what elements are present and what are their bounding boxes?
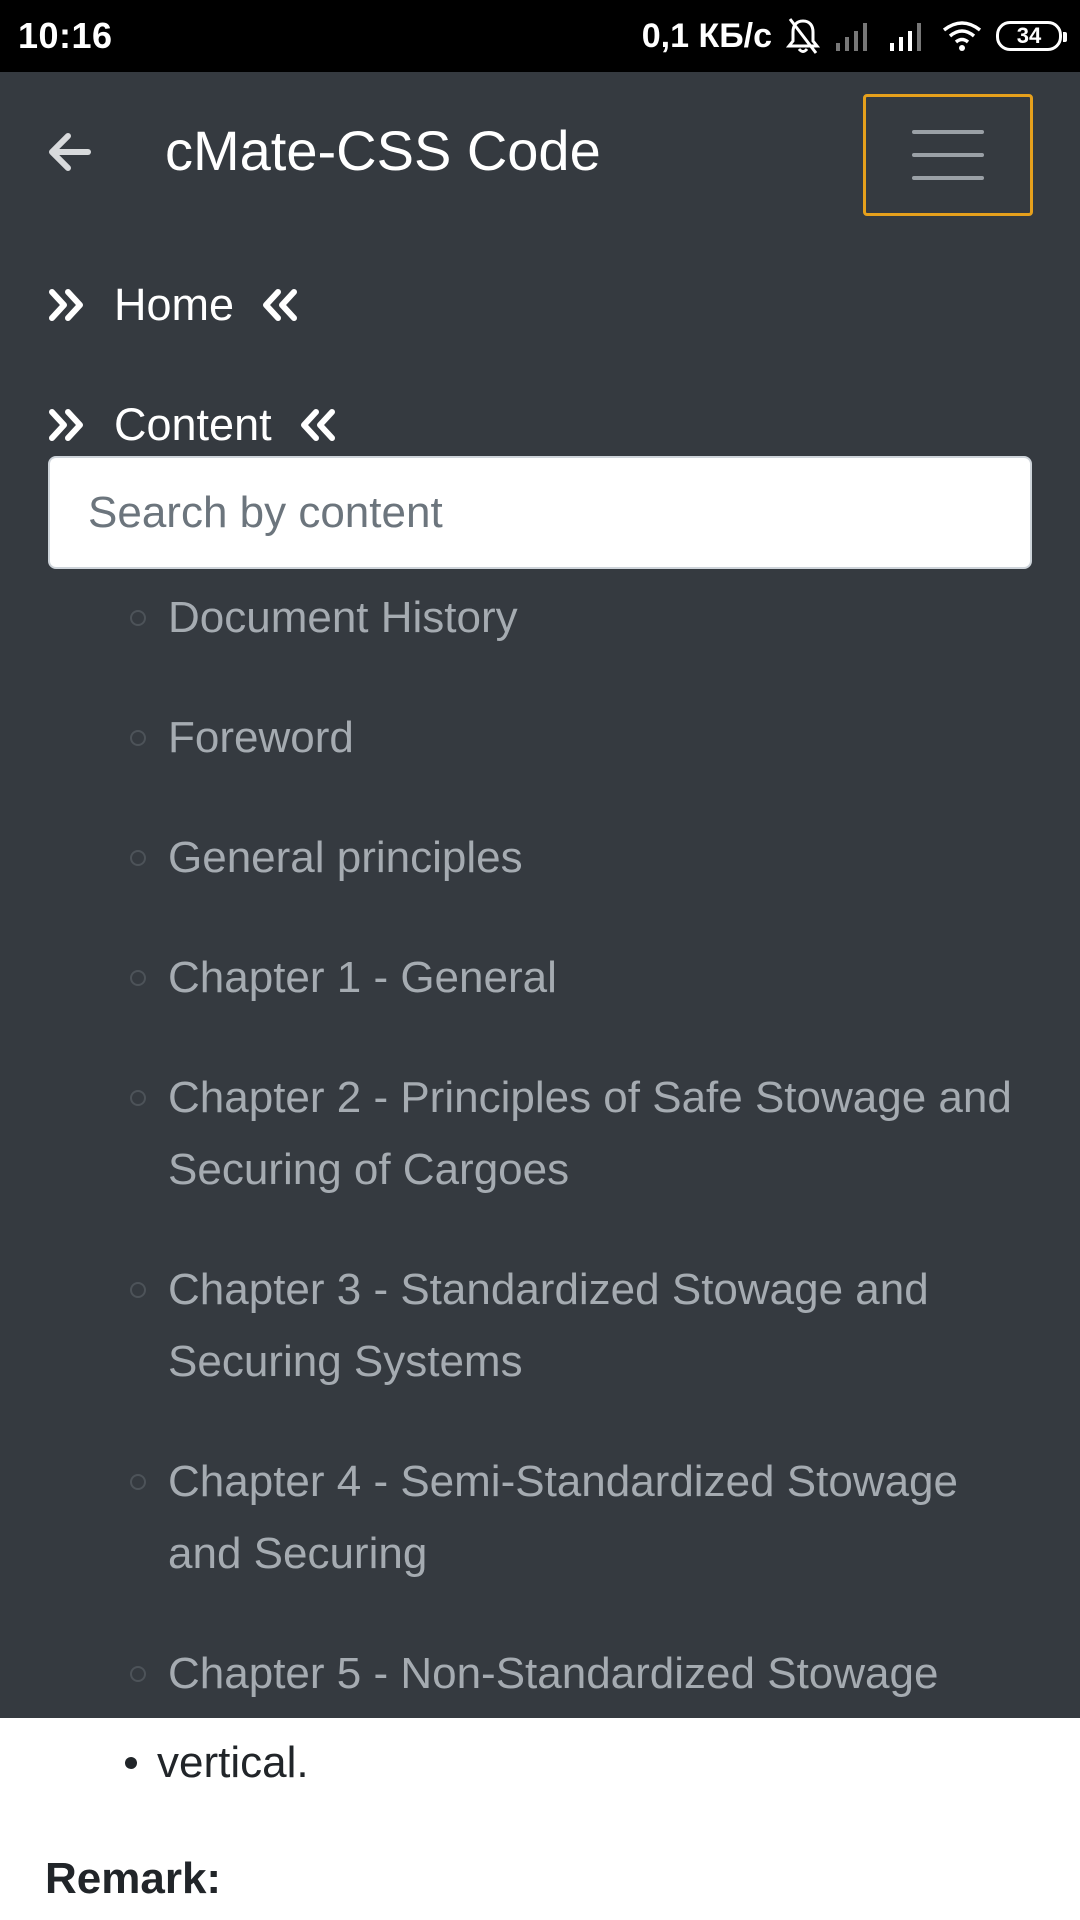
- bullet-text: vertical.: [157, 1738, 309, 1787]
- list-item: vertical.: [125, 1738, 309, 1788]
- bullet-circle-icon: [130, 970, 146, 986]
- double-chevron-right-icon: [48, 288, 88, 322]
- bullet-circle-icon: [130, 1090, 146, 1106]
- back-button[interactable]: [40, 127, 98, 177]
- bullet-circle-icon: [130, 610, 146, 626]
- bullet-circle-icon: [130, 850, 146, 866]
- status-bar: 10:16 0,1 КБ/с 34: [0, 0, 1080, 72]
- navigation-panel: cMate-CSS Code Home Content Search by co…: [0, 72, 1080, 1718]
- nav-link-home[interactable]: Home: [48, 275, 300, 335]
- content-item[interactable]: Chapter 2 - Principles of Safe Stowage a…: [0, 1062, 1080, 1206]
- wifi-icon: [942, 16, 982, 56]
- status-right: 0,1 КБ/с 34: [641, 16, 1067, 56]
- content-item-label: Chapter 3 - Standardized Stowage and Sec…: [168, 1265, 929, 1386]
- content-item-label: Chapter 5 - Non-Standardized Stowage and…: [168, 1649, 939, 1698]
- double-chevron-left-icon: [298, 408, 338, 442]
- battery-icon: 34: [996, 21, 1067, 51]
- content-item[interactable]: Chapter 3 - Standardized Stowage and Sec…: [0, 1254, 1080, 1398]
- app-header: cMate-CSS Code: [0, 72, 1080, 242]
- search-input[interactable]: [48, 456, 1032, 569]
- signal-icon: [888, 16, 928, 56]
- nav-link-content[interactable]: Content: [48, 395, 338, 455]
- signal-icon: [834, 16, 874, 56]
- content-item-label: Chapter 4 - Semi-Standardized Stowage an…: [168, 1457, 958, 1578]
- content-list: Document History Foreword General princi…: [0, 582, 1080, 1718]
- double-chevron-right-icon: [48, 408, 88, 442]
- page-content: vertical. Remark:: [0, 1718, 1080, 1920]
- bullet-circle-icon: [130, 1474, 146, 1490]
- menu-toggle-button[interactable]: [863, 94, 1033, 216]
- content-item-label: Chapter 1 - General: [168, 953, 557, 1002]
- content-item[interactable]: Foreword: [0, 702, 1080, 774]
- content-item[interactable]: Chapter 4 - Semi-Standardized Stowage an…: [0, 1446, 1080, 1590]
- network-speed: 0,1 КБ/с: [641, 16, 772, 55]
- hamburger-icon: [912, 130, 984, 134]
- content-item-label: Foreword: [168, 713, 354, 762]
- mute-icon: [786, 16, 820, 56]
- nav-link-content-label: Content: [114, 399, 272, 450]
- content-item[interactable]: Document History: [0, 582, 1080, 654]
- arrow-left-icon: [49, 133, 91, 171]
- remark-heading: Remark:: [45, 1854, 222, 1903]
- content-item-label: General principles: [168, 833, 523, 882]
- content-item[interactable]: General principles: [0, 822, 1080, 894]
- bullet-circle-icon: [130, 1666, 146, 1682]
- content-item[interactable]: Chapter 5 - Non-Standardized Stowage and…: [0, 1638, 1080, 1718]
- bullet-icon: [125, 1757, 137, 1769]
- app-title: cMate-CSS Code: [165, 119, 601, 182]
- bullet-circle-icon: [130, 1282, 146, 1298]
- content-item-label: Document History: [168, 593, 518, 642]
- battery-level: 34: [1016, 23, 1042, 48]
- content-item-label: Chapter 2 - Principles of Safe Stowage a…: [168, 1073, 1012, 1194]
- bullet-circle-icon: [130, 730, 146, 746]
- status-time: 10:16: [18, 15, 113, 56]
- nav-link-home-label: Home: [114, 279, 235, 330]
- double-chevron-left-icon: [260, 288, 300, 322]
- content-item[interactable]: Chapter 1 - General: [0, 942, 1080, 1014]
